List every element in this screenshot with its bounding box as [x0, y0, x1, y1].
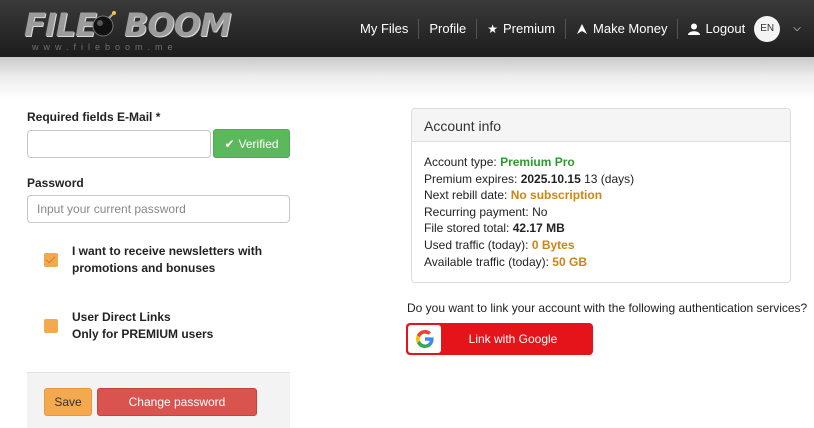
nav-my-files[interactable]: My Files [350, 19, 418, 39]
logo-word-boom: BOOM [124, 6, 232, 44]
nav-logout-label: Logout [705, 21, 746, 36]
nav-profile[interactable]: Profile [418, 18, 476, 39]
premium-expires-days: 13 (days) [584, 171, 635, 186]
header-shadow [0, 57, 814, 99]
nav-profile-label: Profile [429, 21, 467, 36]
user-icon [688, 23, 701, 35]
newsletter-label-line2: promotions and bonuses [72, 261, 216, 275]
direct-links-checkbox[interactable] [44, 319, 58, 333]
available-traffic-value: 50 GB [552, 254, 587, 269]
premium-expires-row: Premium expires: 2025.10.15 13 (days) [424, 171, 778, 188]
rebill-label: Next rebill date: [424, 188, 508, 203]
newsletter-label-line1: I want to receive newsletters with [72, 244, 263, 258]
link-google-button[interactable]: Link with Google [406, 323, 593, 355]
available-traffic-label: Available traffic (today): [424, 254, 549, 269]
logo-url: www.fileboom.me [32, 42, 178, 52]
nav-premium[interactable]: ★ Premium [476, 18, 565, 39]
rebill-row: Next rebill date: No subscription [424, 187, 778, 204]
save-button[interactable]: Save [44, 388, 92, 416]
main-nav: My Files Profile ★ Premium Make Money Lo… [350, 0, 811, 57]
nav-premium-label: Premium [503, 21, 556, 36]
newsletter-label: I want to receive newsletters with promo… [72, 243, 262, 277]
rebill-value: No subscription [510, 188, 603, 203]
nav-make-money[interactable]: Make Money [565, 18, 677, 39]
google-logo-container [408, 325, 441, 353]
email-label: Required fields E-Mail * [27, 110, 161, 124]
email-field[interactable] [27, 130, 211, 158]
recurring-label: Recurring payment: [424, 204, 529, 219]
account-type-row: Account type: Premium Pro [424, 154, 778, 171]
nav-make-money-label: Make Money [593, 21, 668, 36]
newsletter-checkbox[interactable] [44, 253, 58, 267]
premium-expires-date: 2025.10.15 [520, 171, 581, 186]
used-traffic-row: Used traffic (today): 0 Bytes [424, 237, 778, 254]
password-field[interactable] [27, 195, 290, 223]
used-traffic-label: Used traffic (today): [424, 237, 529, 252]
stored-row: File stored total: 42.17 MB [424, 220, 778, 237]
stored-value: 42.17 MB [512, 221, 565, 236]
premium-expires-label: Premium expires: [424, 171, 518, 186]
change-password-button[interactable]: Change password [97, 388, 257, 416]
direct-links-label: User Direct Links Only for PREMIUM users [72, 309, 213, 343]
stored-label: File stored total: [424, 221, 510, 236]
panel-title: Account info [412, 109, 790, 142]
language-badge[interactable]: EN [754, 15, 781, 42]
nav-logout[interactable]: Logout EN ⌵ [677, 15, 810, 42]
available-traffic-row: Available traffic (today): 50 GB [424, 254, 778, 271]
direct-links-label-line1: User Direct Links [72, 310, 171, 324]
link-google-label: Link with Google [468, 332, 558, 346]
used-traffic-value: 0 Bytes [531, 237, 575, 252]
nav-my-files-label: My Files [360, 21, 409, 36]
account-type-label: Account type: [424, 155, 497, 169]
auth-question: Do you want to link your account with th… [407, 301, 808, 315]
recurring-value: No [532, 204, 548, 219]
verified-label: Verified [238, 136, 279, 151]
account-info-panel: Account info Account type: Premium Pro P… [411, 108, 791, 283]
chevron-down-icon[interactable]: ⌵ [793, 23, 801, 34]
verified-button[interactable]: ✔ Verified [213, 129, 290, 158]
account-type-value: Premium Pro [500, 155, 575, 169]
direct-links-label-line2: Only for PREMIUM users [72, 327, 214, 341]
money-icon [577, 23, 588, 34]
google-icon [415, 330, 434, 348]
password-label: Password [27, 176, 84, 190]
bomb-icon [92, 11, 116, 37]
recurring-row: Recurring payment: No [424, 204, 778, 221]
star-icon: ★ [487, 21, 499, 36]
site-logo[interactable]: FILE BOOM www.fileboom.me [24, 6, 232, 54]
logo-word-file: FILE [24, 6, 97, 44]
check-icon: ✔ [224, 136, 235, 151]
